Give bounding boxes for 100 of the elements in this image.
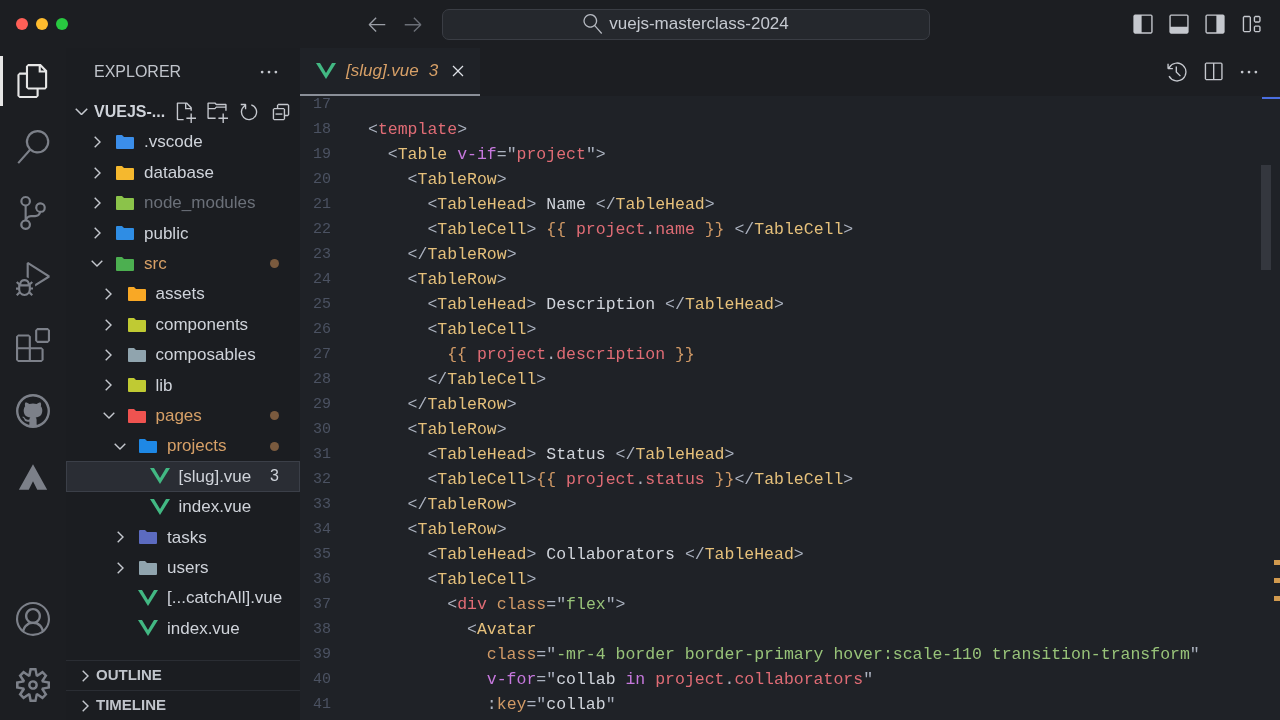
sidebar-left-icon[interactable] [1132, 13, 1154, 35]
tree-item[interactable]: lib [66, 370, 300, 401]
minimize-window-button[interactable] [36, 18, 48, 30]
section-header[interactable]: TIMELINE [66, 690, 300, 720]
new-file-icon[interactable] [174, 100, 196, 123]
tree-item[interactable]: assets [66, 278, 300, 310]
item-label: users [167, 556, 209, 579]
code-line: </TableCell> [426, 369, 547, 392]
root-folder-header[interactable]: VUEJS-... [66, 96, 300, 127]
settings-icon[interactable] [16, 668, 50, 702]
vue-file-icon [149, 467, 170, 486]
extensions-icon[interactable] [16, 328, 50, 362]
history-icon[interactable] [1166, 61, 1188, 83]
command-search-field[interactable]: vuejs-masterclass-2024 [442, 8, 930, 40]
search-icon [583, 14, 604, 34]
line-number: 18 [312, 120, 332, 141]
line-number: 25 [312, 295, 332, 316]
run-debug-icon[interactable] [16, 262, 50, 296]
code-line: <Avatar [466, 619, 537, 642]
tree-item[interactable]: components [66, 309, 300, 340]
line-number: 29 [312, 395, 332, 416]
sidebar-right-icon[interactable] [1204, 13, 1226, 35]
code-line: <div class="flex"> [446, 594, 626, 617]
tree-item[interactable]: .vscode [66, 127, 300, 158]
item-label: lib [155, 374, 173, 397]
files-icon[interactable] [16, 64, 50, 98]
line-number: 31 [312, 445, 332, 466]
tab-label: [slug].vue [346, 60, 419, 83]
tree-item[interactable]: composables [66, 339, 300, 371]
code-line: <TableHead> Status </TableHead> [426, 444, 735, 467]
code-line: </TableRow> [406, 494, 517, 517]
code-line: </TableRow> [406, 394, 517, 417]
code-line: <TableCell> [426, 569, 537, 592]
close-window-button[interactable] [16, 18, 28, 30]
vue-file-icon [138, 589, 158, 608]
code-line: class="-mr-4 border border-primary hover:scale-110 transition-transform" [485, 644, 1200, 667]
item-label: index.vue [167, 617, 240, 640]
item-label: assets [155, 283, 205, 306]
item-label: src [144, 253, 167, 275]
code-line: <TableHead> Name </TableHead> [426, 194, 715, 217]
code-line: <TableRow> [406, 519, 507, 542]
split-editor-icon[interactable] [1202, 61, 1224, 83]
line-number: 35 [312, 545, 332, 566]
tree-item[interactable]: users [66, 552, 300, 583]
cat-logo-icon[interactable] [16, 394, 50, 428]
line-number: 30 [312, 420, 332, 441]
line-number: 17 [312, 95, 332, 116]
tree-item[interactable]: [...catchAll].vue [66, 582, 300, 614]
tree-item[interactable]: projects [66, 430, 300, 462]
line-number: 26 [312, 320, 332, 341]
code-line: <TableCell> {{ project.name }} </TableCell> [426, 219, 854, 242]
line-number: 33 [312, 495, 332, 516]
item-label: components [155, 313, 249, 336]
tree-item[interactable]: index.vue [66, 491, 300, 523]
tree-item[interactable]: pages [66, 400, 300, 431]
item-label: .vscode [144, 131, 203, 154]
cursor-position-marker [1262, 97, 1280, 99]
line-number: 38 [312, 620, 332, 641]
line-number: 27 [312, 345, 332, 366]
search-icon[interactable] [16, 130, 50, 164]
item-label: pages [155, 404, 202, 427]
item-label: [...catchAll].vue [167, 587, 283, 610]
new-folder-icon[interactable] [206, 100, 228, 123]
section-header[interactable]: OUTLINE [66, 660, 300, 690]
item-label: database [144, 161, 214, 184]
item-label: public [144, 222, 189, 245]
panel-icon[interactable] [1168, 13, 1190, 35]
code-line: v-for="collab in project.collaborators" [485, 669, 874, 692]
problem-count: 3 [428, 60, 439, 83]
code-line: <template> [368, 119, 468, 142]
tree-item[interactable]: [slug].vue 3 [66, 461, 300, 492]
layout-icon[interactable] [1240, 13, 1262, 35]
line-number: 23 [312, 245, 332, 266]
line-number: 19 [312, 145, 332, 166]
tree-item[interactable]: public [66, 218, 300, 249]
line-number: 41 [312, 695, 332, 716]
line-number: 21 [312, 195, 332, 216]
line-number: 34 [312, 520, 332, 541]
code-line: <Table v-if="project"> [386, 144, 606, 167]
tree-item[interactable]: tasks [66, 522, 300, 553]
line-number: 20 [312, 170, 332, 191]
code-line: <TableHead> Description </TableHead> [426, 294, 784, 317]
line-number: 22 [312, 220, 332, 241]
item-label: [slug].vue [178, 465, 252, 488]
item-label: composables [155, 344, 256, 367]
tree-item[interactable]: src [66, 248, 300, 279]
line-number: 36 [312, 570, 332, 591]
editor-tab[interactable]: [slug].vue 3 [300, 48, 481, 96]
item-label: node_modules [144, 192, 256, 215]
code-line: :key="collab" [485, 694, 616, 717]
tree-item[interactable]: index.vue [66, 613, 300, 644]
tree-item[interactable]: database [66, 157, 300, 188]
vue-file-icon [138, 619, 158, 638]
line-number: 24 [312, 270, 332, 291]
code-line: <TableCell>{{ project.status }}</TableCell> [426, 469, 854, 492]
warning-marker [1274, 560, 1280, 565]
account-icon[interactable] [16, 602, 50, 636]
code-line: <TableHead> Collaborators </TableHead> [426, 544, 804, 567]
zoom-window-button[interactable] [56, 18, 68, 30]
line-number: 28 [312, 370, 332, 391]
